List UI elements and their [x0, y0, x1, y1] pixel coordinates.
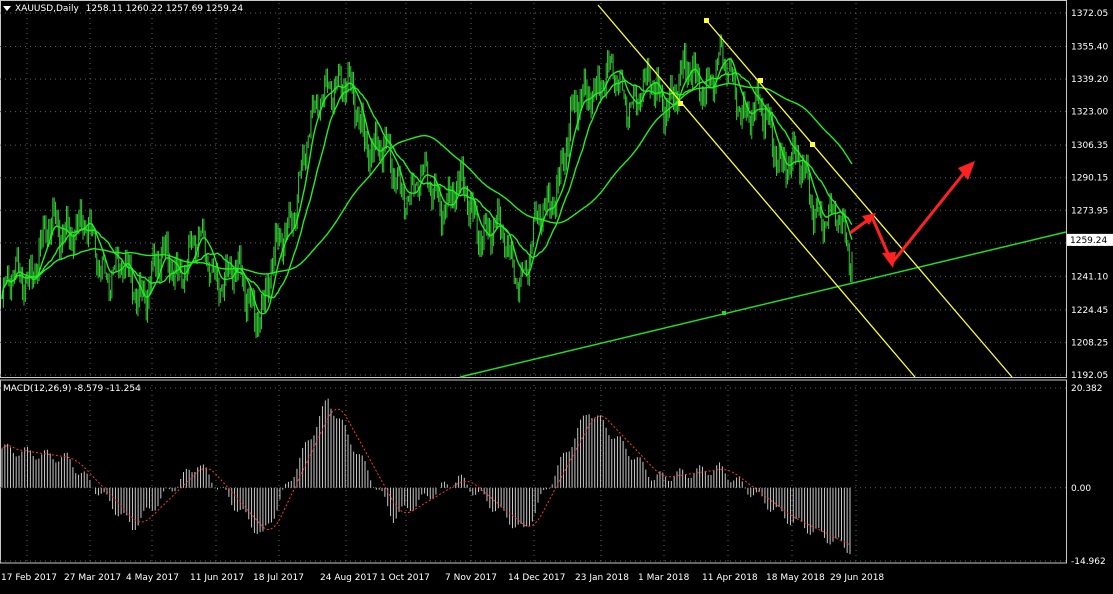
channel-anchor	[704, 18, 709, 23]
macd-y-tick-label: -14.962	[1071, 557, 1106, 567]
price-y-tick-label: 1306.35	[1071, 141, 1108, 151]
forecast-arrowhead-2	[882, 252, 896, 268]
macd-header: MACD(12,26,9) -8.579 -11.254	[3, 384, 141, 394]
x-tick-label: 11 Apr 2018	[702, 573, 758, 583]
x-tick-label: 14 Dec 2017	[508, 573, 566, 583]
price-y-tick-label: 1372.05	[1071, 9, 1108, 19]
price-y-tick-label: 1241.10	[1071, 272, 1108, 282]
x-tick-label: 23 Jan 2018	[575, 573, 629, 583]
price-y-tick-label: 1339.20	[1071, 75, 1108, 85]
price-y-tick-label: 1273.95	[1071, 206, 1108, 216]
chart-window[interactable]: 1372.05 1355.40 1339.20 1323.00 1306.35 1290.…	[0, 0, 1113, 590]
chart-menu-triangle-icon[interactable]	[3, 6, 11, 11]
channel-anchor	[810, 142, 815, 147]
x-tick-label: 1 Mar 2018	[638, 573, 690, 583]
macd-y-tick-label: 0.00	[1071, 484, 1091, 494]
x-tick-label: 24 Aug 2017	[320, 573, 378, 583]
x-tick-label: 29 Jun 2018	[830, 573, 884, 583]
channel-lower-line	[597, 4, 916, 378]
x-tick-label: 1 Oct 2017	[380, 573, 430, 583]
x-tick-label: 18 Jul 2017	[253, 573, 304, 583]
ohlc-values: 1258.11 1260.22 1257.69 1259.24	[85, 4, 244, 14]
channel-upper-line	[705, 19, 1013, 378]
symbol-label: XAUUSD,Daily	[15, 4, 79, 14]
channel-anchor	[758, 78, 763, 83]
chart-canvas[interactable]: 1372.05 1355.40 1339.20 1323.00 1306.35 1290.…	[0, 0, 1113, 590]
channel-anchor	[678, 101, 683, 106]
x-tick-label: 4 May 2017	[126, 573, 179, 583]
price-y-tick-label: 1355.40	[1071, 42, 1108, 52]
x-tick-label: 11 Jun 2017	[190, 573, 244, 583]
x-tick-label: 18 May 2018	[766, 573, 825, 583]
trendline-anchor	[722, 311, 726, 315]
x-tick-label: 27 Mar 2017	[64, 573, 121, 583]
symbol-header: XAUUSD,Daily 1258.11 1260.22 1257.69 125…	[3, 4, 243, 14]
price-y-tick-label: 1290.15	[1071, 174, 1108, 184]
support-trendline	[459, 231, 1067, 378]
x-tick-label: 7 Nov 2017	[445, 573, 497, 583]
macd-y-tick-label: 20.382	[1071, 384, 1103, 394]
price-y-tick-label: 1192.05	[1071, 371, 1108, 381]
price-y-tick-label: 1208.25	[1071, 338, 1108, 348]
current-price-label: 1259.24	[1070, 236, 1107, 246]
x-tick-label: 17 Feb 2017	[1, 573, 57, 583]
price-y-tick-label: 1323.00	[1071, 108, 1108, 118]
price-y-tick-label: 1224.45	[1071, 306, 1108, 316]
